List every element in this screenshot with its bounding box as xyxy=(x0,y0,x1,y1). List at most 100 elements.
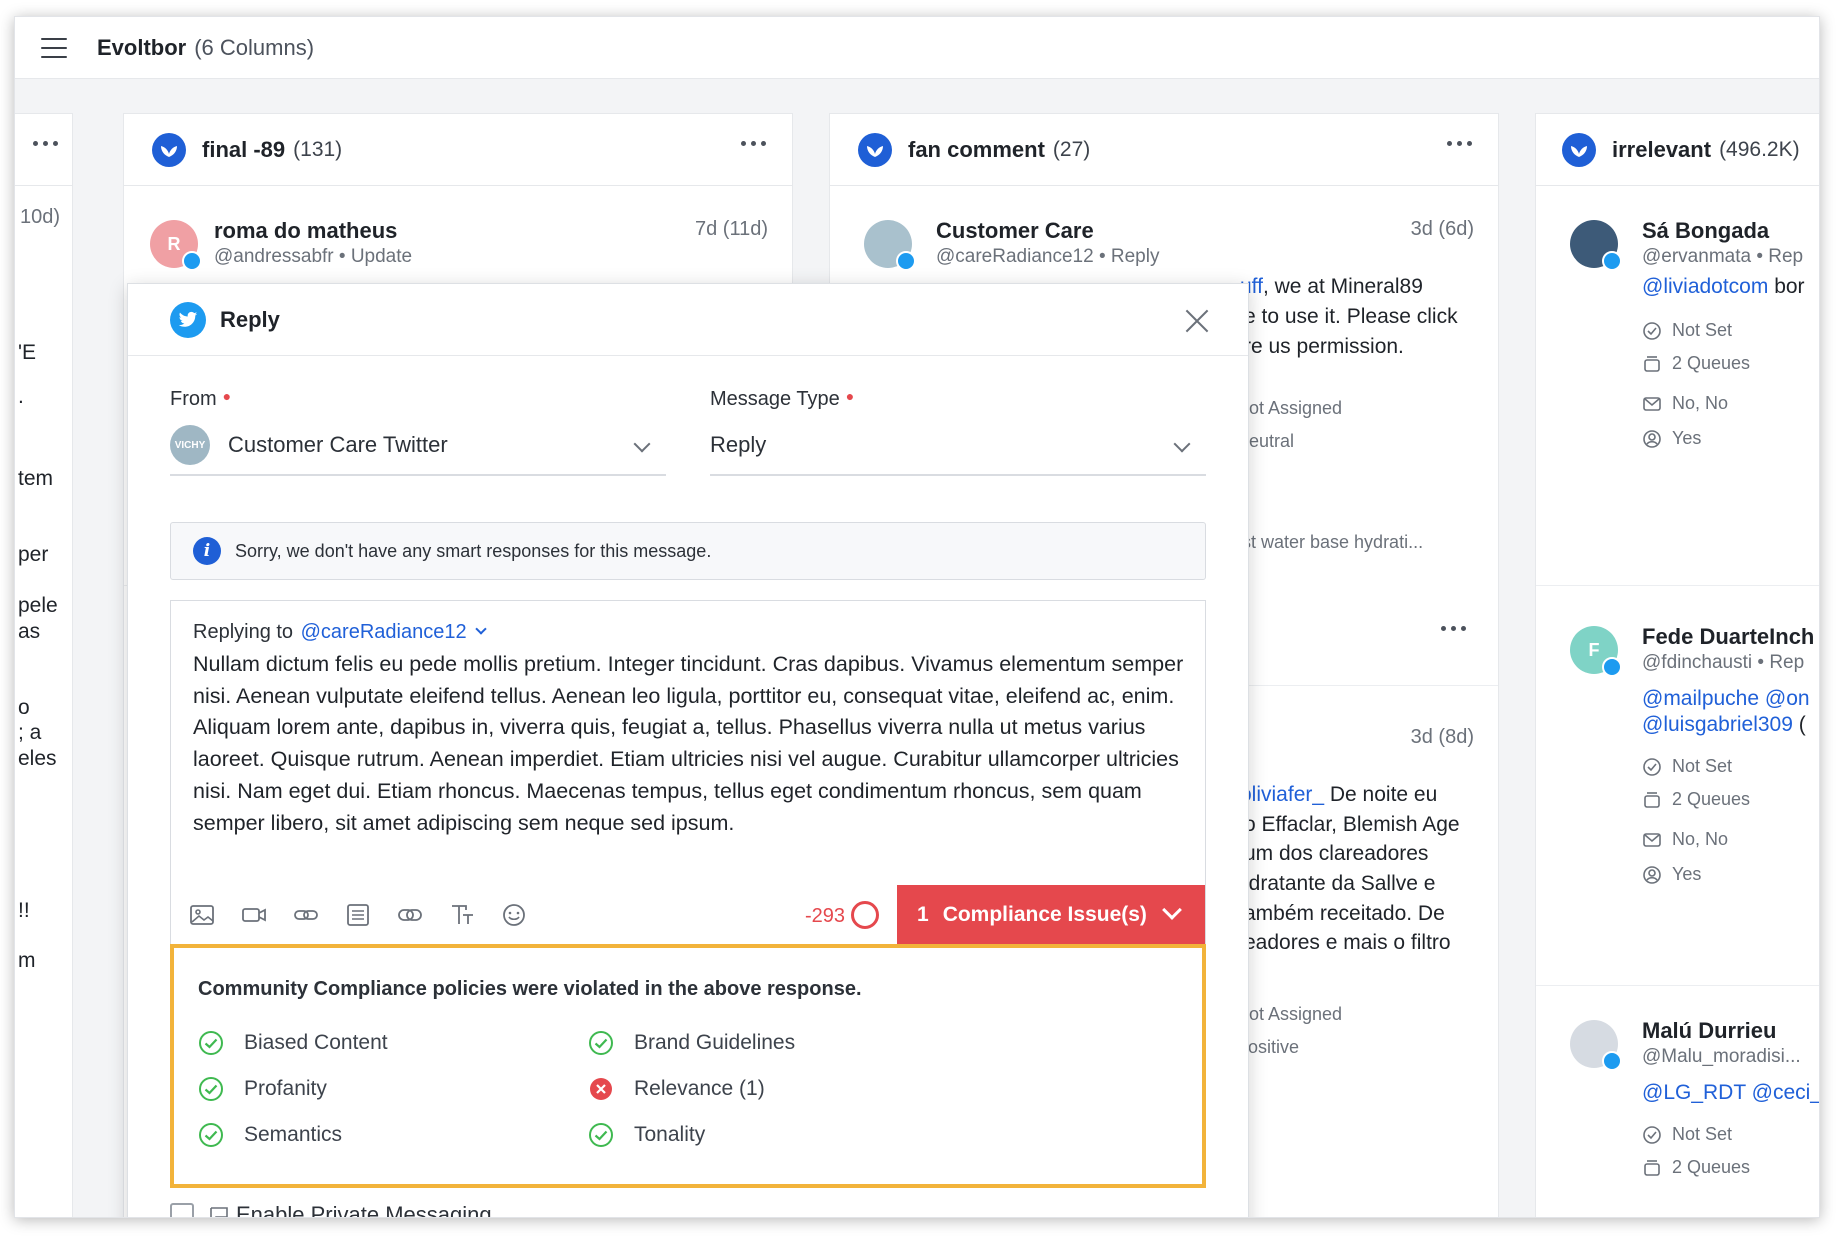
dashboard-title: Evoltbor xyxy=(97,34,187,60)
status-check-icon xyxy=(1643,757,1661,776)
emoji-icon[interactable] xyxy=(501,903,527,927)
character-limit-ring xyxy=(851,901,879,929)
account-avatar: VICHY xyxy=(170,425,210,465)
image-icon[interactable] xyxy=(189,903,215,927)
queues-row[interactable]: 2 Queues xyxy=(1642,789,1750,810)
replying-to-handle[interactable]: @careRadiance12 xyxy=(301,621,467,643)
author-name[interactable]: Customer Care xyxy=(936,218,1094,244)
modal-title: Reply xyxy=(220,306,280,332)
author-handle[interactable]: @ervanmata • Rep xyxy=(1642,246,1803,268)
twitter-icon xyxy=(170,301,206,338)
queue-icon xyxy=(1644,791,1660,808)
mail-icon xyxy=(1643,396,1661,411)
column-irrelevant: irrelevant (496.2K) Sá Bongada @ervanmat… xyxy=(1535,113,1819,1217)
private-message-icon xyxy=(210,1207,228,1217)
close-icon[interactable] xyxy=(1184,308,1210,334)
answer-row[interactable]: Yes xyxy=(1642,428,1701,449)
column-header xyxy=(15,114,72,186)
author-handle[interactable]: @careRadiance12 • Reply xyxy=(936,246,1159,268)
info-text: Sorry, we don't have any smart responses… xyxy=(235,540,712,561)
mention-link[interactable]: @liviadotcom xyxy=(1642,275,1768,298)
author-handle[interactable]: @andressabfr • Update xyxy=(214,246,412,268)
compliance-check-relevance[interactable]: Relevance (1) xyxy=(588,1076,765,1102)
menu-icon[interactable] xyxy=(41,37,67,58)
text-fragment: eles xyxy=(18,747,57,770)
video-icon[interactable] xyxy=(241,903,267,927)
check-circle-icon xyxy=(589,1031,613,1055)
author-name[interactable]: roma do matheus xyxy=(214,218,397,244)
reply-text-area[interactable]: Nullam dictum felis eu pede mollis preti… xyxy=(193,649,1193,839)
card-time: 10d) xyxy=(20,206,61,228)
answer-row[interactable]: Yes xyxy=(1642,864,1701,885)
asset-link-icon[interactable] xyxy=(397,903,423,927)
private-messaging-checkbox[interactable] xyxy=(170,1203,194,1217)
more-options-icon[interactable] xyxy=(1447,141,1472,146)
message-line: @luisgabriel309 ( xyxy=(1642,713,1806,736)
twitter-badge-icon xyxy=(1602,1051,1622,1071)
text-fragment: 'E xyxy=(18,341,37,364)
column-count: (131) xyxy=(293,137,343,161)
author-name[interactable]: Fede DuarteInch xyxy=(1642,624,1814,650)
column-header: final -89 (131) xyxy=(124,114,792,186)
top-bar: Evoltbor (6 Columns) xyxy=(15,17,1819,79)
check-circle-icon xyxy=(589,1123,613,1147)
column-header: irrelevant (496.2K) xyxy=(1536,114,1819,186)
mention-link[interactable]: oliviafer_ xyxy=(1240,783,1324,806)
more-options-icon[interactable] xyxy=(1441,626,1466,631)
replying-to[interactable]: Replying to @careRadiance12 xyxy=(193,621,487,644)
chevron-down-icon xyxy=(633,435,651,453)
column-count: (6 Columns) xyxy=(194,34,315,60)
author-handle[interactable]: @Malu_moradisi... xyxy=(1642,1046,1801,1068)
avatar: F xyxy=(1570,626,1622,677)
more-options-icon[interactable] xyxy=(33,141,58,146)
column-title: irrelevant xyxy=(1612,136,1712,162)
message-card[interactable]: Sá Bongada @ervanmata • Rep @liviadotcom… xyxy=(1536,186,1819,586)
private-messaging-row[interactable]: Enable Private Messaging xyxy=(170,1202,492,1217)
text-fragment: tem xyxy=(18,467,54,490)
queues-row[interactable]: 2 Queues xyxy=(1642,353,1750,374)
assignment-status: Not Assigned xyxy=(1236,398,1343,418)
flags-row[interactable]: No, No xyxy=(1642,829,1728,850)
avatar: R xyxy=(150,220,202,271)
column-title: final -89 xyxy=(202,136,286,162)
document-icon[interactable] xyxy=(345,903,371,927)
column-header: fan comment (27) xyxy=(830,114,1498,186)
queue-icon xyxy=(1644,355,1660,372)
status-check-icon xyxy=(1643,1125,1661,1144)
card-time: 3d (8d) xyxy=(1410,726,1474,748)
author-handle[interactable]: @fdinchausti • Rep xyxy=(1642,652,1804,674)
message-line: oliviafer_ De noite eu xyxy=(1240,783,1438,806)
flags-row[interactable]: No, No xyxy=(1642,393,1728,414)
message-type-select[interactable]: Reply xyxy=(710,416,1206,476)
avatar xyxy=(864,220,916,271)
message-card[interactable]: F Fede DuarteInch @fdinchausti • Rep @ma… xyxy=(1536,586,1819,986)
mention-link[interactable]: @LG_RDT @ceci_ xyxy=(1642,1078,1819,1108)
author-name[interactable]: Sá Bongada xyxy=(1642,218,1769,244)
status-row[interactable]: Not Set xyxy=(1642,756,1732,777)
message-type-value: Reply xyxy=(710,432,767,457)
message-card[interactable]: Malú Durrieu @Malu_moradisi... @LG_RDT @… xyxy=(1536,986,1819,1217)
twitter-badge-icon xyxy=(1602,251,1622,271)
from-select[interactable]: VICHY Customer Care Twitter xyxy=(170,416,666,476)
author-name[interactable]: Malú Durrieu xyxy=(1642,1018,1776,1044)
mention-link[interactable]: @luisgabriel309 xyxy=(1642,713,1793,736)
compliance-issues-button[interactable]: 1 Compliance Issue(s) xyxy=(897,885,1205,945)
assignment-status: Not Assigned xyxy=(1236,1004,1343,1024)
more-options-icon[interactable] xyxy=(741,141,766,146)
text-fragment: !! xyxy=(18,899,30,922)
status-row[interactable]: Not Set xyxy=(1642,1124,1732,1145)
reply-editor[interactable]: Replying to @careRadiance12 Nullam dictu… xyxy=(170,600,1206,945)
modal-header: Reply xyxy=(128,284,1248,356)
message-type-label: Message Type ● xyxy=(710,388,855,410)
mail-icon xyxy=(1643,832,1661,847)
check-circle-icon xyxy=(199,1077,223,1101)
text-format-icon[interactable] xyxy=(449,903,475,927)
check-circle-icon xyxy=(199,1123,223,1147)
avatar xyxy=(1570,220,1622,271)
compliance-check-tonality: Tonality xyxy=(588,1122,705,1148)
link-icon[interactable] xyxy=(293,903,319,927)
status-row[interactable]: Not Set xyxy=(1642,320,1732,341)
queues-row[interactable]: 2 Queues xyxy=(1642,1157,1750,1178)
chevron-down-icon xyxy=(1162,900,1182,920)
queue-icon xyxy=(1644,1159,1660,1176)
